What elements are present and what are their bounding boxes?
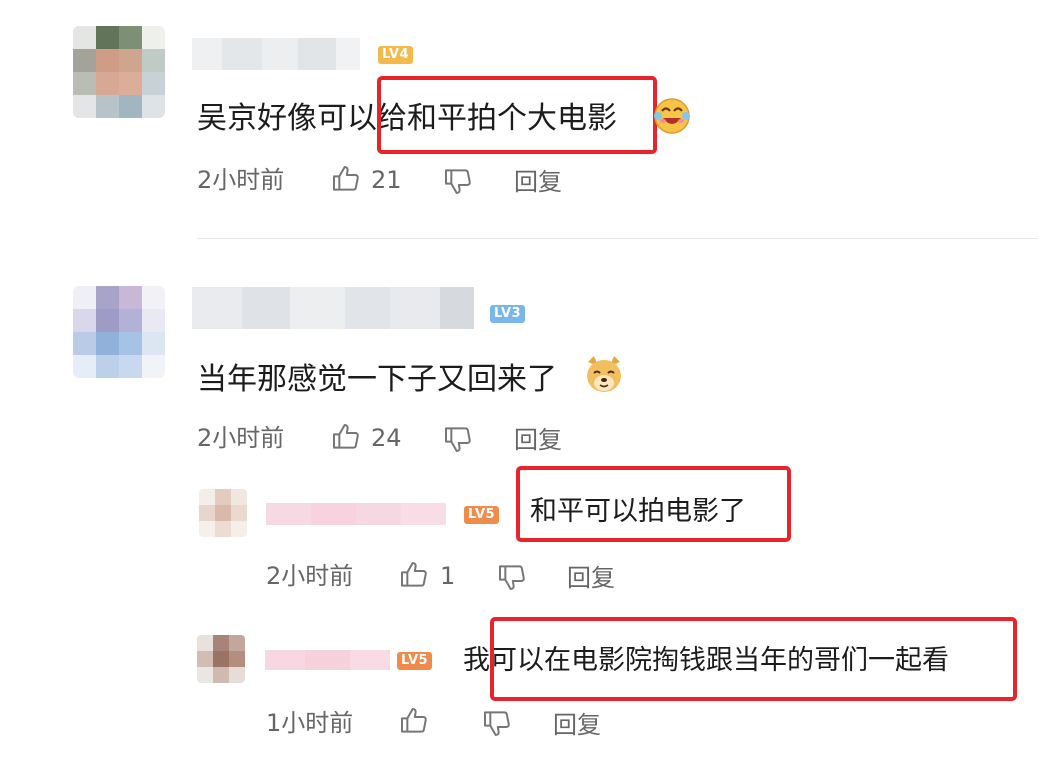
avatar[interactable] [73, 26, 165, 118]
thumbs-up-icon[interactable] [330, 163, 362, 195]
reply-button[interactable]: 回复 [514, 425, 562, 455]
like-count: 1 [440, 562, 456, 590]
reply-button[interactable]: 回复 [514, 167, 562, 197]
comment-text: 当年那感觉一下子又回来了 [197, 362, 557, 397]
avatar[interactable] [199, 489, 247, 537]
thumbs-up-icon[interactable] [398, 705, 430, 737]
timestamp: 2小时前 [266, 562, 354, 590]
thumbs-down-icon[interactable] [442, 165, 474, 197]
laughing-emoji [654, 98, 690, 134]
thumbs-down-icon[interactable] [481, 707, 513, 739]
thumbs-up-icon[interactable] [330, 421, 362, 453]
highlight-box [490, 617, 1017, 701]
level-badge: LV4 [378, 46, 414, 64]
thumbs-up-icon[interactable] [398, 559, 430, 591]
reply-button[interactable]: 回复 [553, 710, 601, 740]
timestamp: 1小时前 [266, 709, 354, 737]
thumbs-down-icon[interactable] [442, 423, 474, 455]
avatar[interactable] [197, 635, 245, 683]
like-count: 24 [371, 424, 402, 452]
avatar[interactable] [73, 286, 165, 378]
level-badge: LV5 [397, 652, 433, 670]
username[interactable] [192, 287, 474, 329]
doge-emoji [587, 356, 621, 392]
username[interactable] [266, 503, 446, 525]
username[interactable] [192, 38, 360, 70]
username[interactable] [265, 650, 390, 670]
highlight-box [377, 76, 657, 154]
reply-button[interactable]: 回复 [567, 563, 615, 593]
level-badge: LV5 [464, 506, 500, 524]
divider [197, 238, 1038, 239]
like-count: 21 [371, 166, 402, 194]
timestamp: 2小时前 [197, 166, 285, 194]
timestamp: 2小时前 [197, 424, 285, 452]
level-badge: LV3 [490, 305, 526, 323]
highlight-box [516, 466, 791, 542]
thumbs-down-icon[interactable] [496, 561, 528, 593]
